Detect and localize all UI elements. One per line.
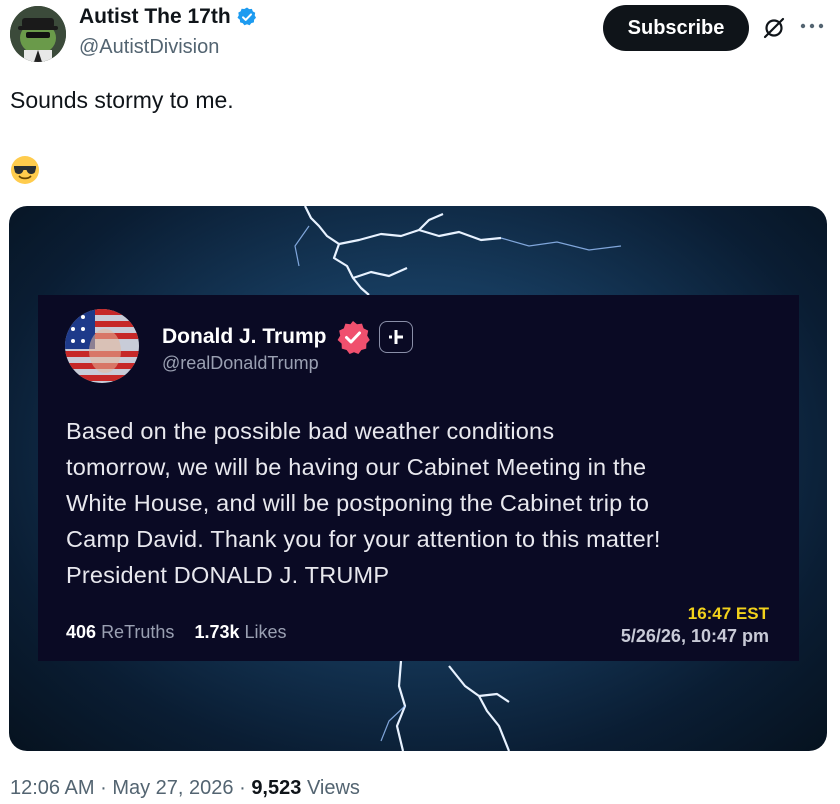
truth-body-line: White House, and will be postponing the …: [66, 490, 650, 516]
more-options-icon[interactable]: [797, 14, 827, 38]
likes-count: 1.73k: [194, 622, 240, 642]
grok-icon[interactable]: [762, 16, 786, 40]
separator: ·: [100, 777, 107, 799]
post-media-image[interactable]: Donald J. Trump @realDonaldTrump Based o…: [9, 206, 827, 751]
post-text: Sounds stormy to me.: [10, 87, 234, 113]
truth-time: 16:47 EST: [687, 604, 769, 623]
truth-stats: 406 ReTruths 1.73k Likes: [66, 622, 287, 643]
truth-body-line: Camp David. Thank you for your attention…: [66, 526, 661, 552]
truth-author-name: Donald J. Trump: [162, 319, 413, 355]
separator: ·: [239, 777, 246, 799]
views-label: Views: [306, 777, 360, 799]
post-header: Autist The 17th @AutistDivision Subscrib…: [0, 0, 840, 70]
truth-author-name-text: Donald J. Trump: [162, 325, 327, 348]
truth-body-text: Based on the possible bad weather condit…: [66, 413, 786, 593]
truth-author-handle: @realDonaldTrump: [162, 353, 319, 373]
author-name-text[interactable]: Autist The 17th: [79, 5, 231, 29]
author-avatar[interactable]: [10, 6, 66, 62]
author-name[interactable]: Autist The 17th: [79, 5, 258, 29]
views-count: 9,523: [251, 777, 302, 799]
post-date[interactable]: May 27, 2026: [112, 777, 233, 799]
truth-plus-icon: [378, 321, 413, 353]
likes-label: Likes: [244, 622, 287, 642]
truth-body-line: tomorrow, we will be having our Cabinet …: [66, 454, 647, 480]
retruths-count: 406: [66, 622, 97, 642]
retruths-label: ReTruths: [101, 622, 175, 642]
post-metadata: 12:06 AM · May 27, 2026 · 9,523 Views: [10, 777, 360, 800]
author-handle[interactable]: @AutistDivision: [79, 36, 219, 59]
embedded-truth-card: Donald J. Trump @realDonaldTrump Based o…: [38, 295, 799, 661]
sunglasses-emoji-icon: [11, 156, 39, 184]
truth-body-line: President DONALD J. TRUMP: [66, 562, 390, 588]
truth-timestamp: 16:47 EST 5/26/26, 10:47 pm: [621, 604, 769, 647]
truth-datetime: 5/26/26, 10:47 pm: [620, 626, 769, 646]
verified-badge-icon: [237, 7, 256, 26]
truth-verified-icon: [337, 321, 370, 354]
post-timestamp[interactable]: 12:06 AM: [10, 777, 95, 799]
truth-author-avatar: [65, 309, 139, 383]
subscribe-button[interactable]: Subscribe: [603, 5, 749, 51]
truth-body-line: Based on the possible bad weather condit…: [66, 418, 555, 444]
